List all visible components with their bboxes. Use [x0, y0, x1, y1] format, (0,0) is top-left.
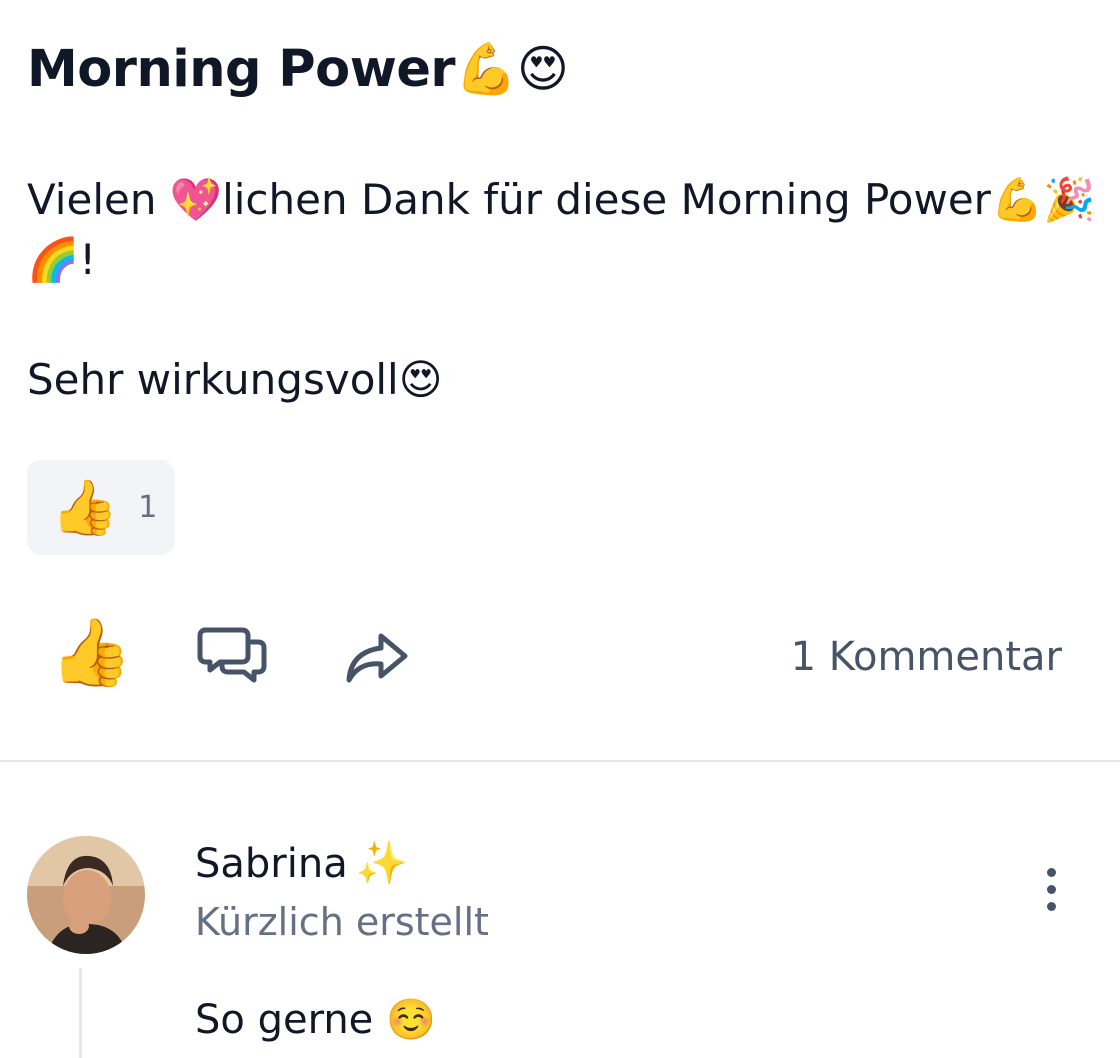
reaction-summary-pill[interactable]: 👍 1	[27, 460, 175, 555]
like-button[interactable]: 👍	[50, 620, 132, 686]
comment-text: So gerne ☺️	[195, 997, 436, 1043]
divider	[0, 760, 1120, 762]
comment-bubbles-icon	[197, 627, 267, 683]
post-body: Vielen 💖lichen Dank für diese Morning Po…	[27, 170, 1097, 410]
post-title-emojis: 💪😍	[455, 40, 569, 98]
comment-timestamp: Kürzlich erstellt	[195, 900, 489, 944]
thread-line	[79, 968, 82, 1058]
comment-author-name: Sabrina	[195, 841, 348, 887]
sparkles-icon: ✨	[355, 838, 409, 887]
post-body-line: Vielen 💖lichen Dank für diese Morning Po…	[27, 175, 1096, 284]
avatar[interactable]	[27, 836, 145, 954]
post-body-line: Sehr wirkungsvoll😍	[27, 355, 443, 404]
comment-count-link[interactable]: 1 Kommentar	[791, 634, 1062, 680]
post-title: Morning Power💪😍	[27, 40, 569, 99]
post-title-text: Morning Power	[27, 40, 456, 99]
share-arrow-icon	[346, 633, 408, 683]
thumbs-up-icon: 👍	[51, 475, 119, 539]
comment-author[interactable]: Sabrina ✨	[195, 838, 408, 888]
share-button[interactable]	[343, 630, 409, 690]
reaction-count: 1	[138, 490, 158, 525]
more-vertical-icon[interactable]	[1036, 868, 1066, 924]
comment-button[interactable]	[196, 622, 268, 692]
